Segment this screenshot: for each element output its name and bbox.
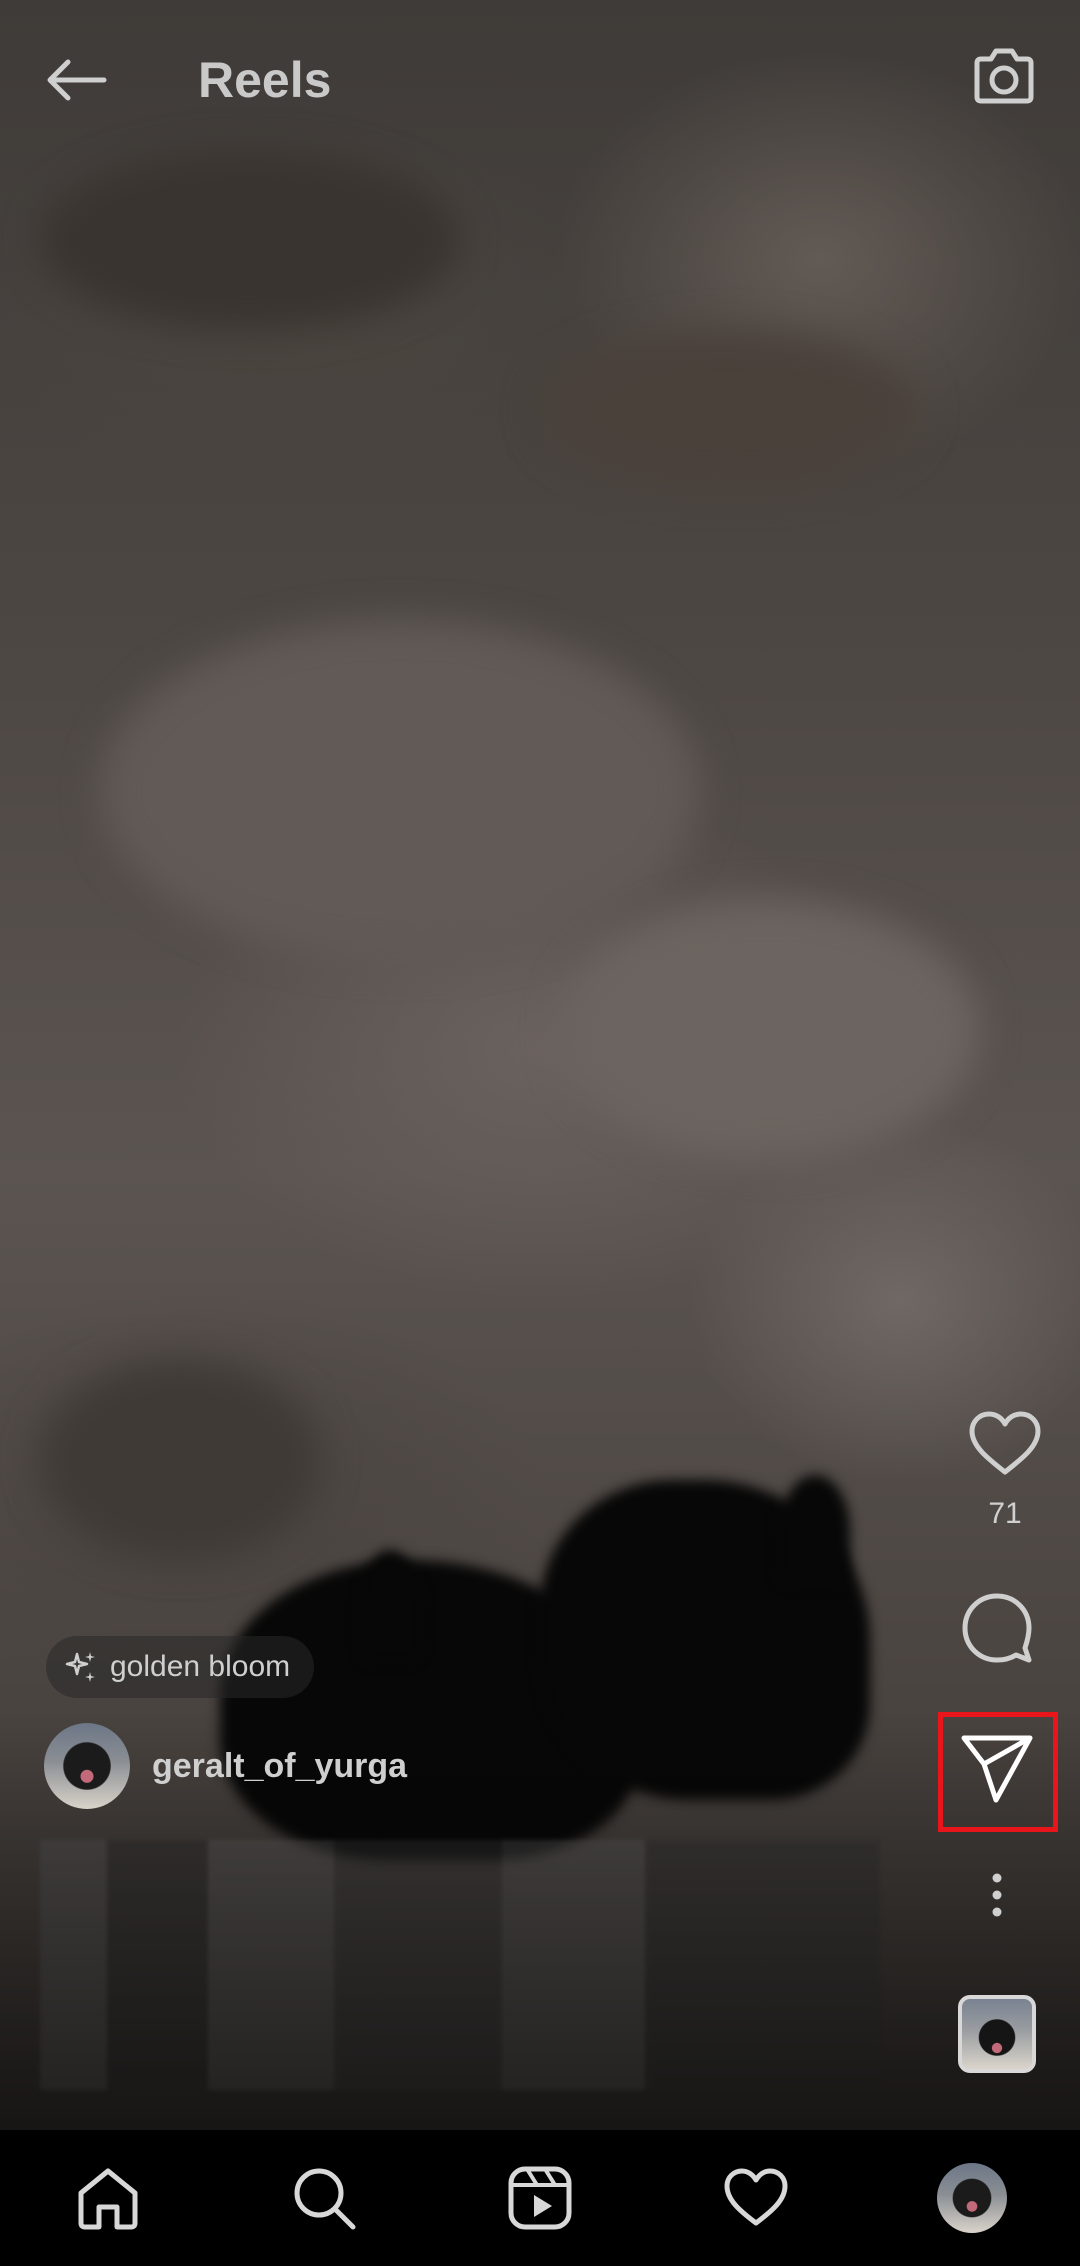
reels-screen: Reels 71 golden bloom geralt_of_yurga [0, 0, 1080, 2266]
author-avatar[interactable] [44, 1723, 130, 1809]
bottom-navigation [0, 2130, 1080, 2266]
nav-home[interactable] [53, 2143, 163, 2253]
comment-button[interactable] [959, 1590, 1035, 1671]
like-count: 71 [988, 1497, 1022, 1530]
page-title: Reels [198, 52, 332, 108]
video-fur [560, 900, 980, 1160]
arrow-left-icon [47, 59, 107, 101]
activity-heart-icon [724, 2168, 788, 2226]
reel-video[interactable] [0, 0, 1080, 2130]
audio-pill[interactable]: golden bloom [46, 1636, 315, 1698]
nav-search[interactable] [269, 2143, 379, 2253]
nav-profile[interactable] [917, 2143, 1027, 2253]
video-shadow [540, 330, 920, 490]
more-options-button[interactable] [987, 1872, 1007, 1923]
comment-action [922, 1590, 1072, 1671]
video-shadow [40, 150, 460, 330]
author-row[interactable]: geralt_of_yurga [44, 1722, 407, 1810]
like-button[interactable] [967, 1410, 1043, 1483]
audio-thumbnail[interactable] [958, 1995, 1036, 2073]
camera-button[interactable] [964, 36, 1044, 116]
video-dog-ear [360, 1550, 420, 1660]
video-dog-ear [780, 1475, 850, 1585]
heart-icon [969, 1411, 1041, 1475]
audio-label: golden bloom [110, 1650, 291, 1683]
camera-icon [974, 48, 1034, 104]
nav-activity[interactable] [701, 2143, 811, 2253]
top-bar: Reels [0, 0, 1080, 150]
like-action: 71 [930, 1410, 1080, 1531]
video-fur [100, 620, 700, 960]
more-action [922, 1872, 1072, 1923]
profile-avatar [937, 2163, 1007, 2233]
comment-icon [962, 1593, 1032, 1663]
more-vertical-icon [992, 1873, 1002, 1917]
share-highlight-box [938, 1712, 1058, 1832]
author-username[interactable]: geralt_of_yurga [152, 1747, 407, 1786]
nav-reels[interactable] [485, 2143, 595, 2253]
search-icon [294, 2168, 356, 2230]
reels-icon [508, 2166, 572, 2230]
video-shadow [40, 1360, 320, 1560]
back-button[interactable] [36, 40, 116, 120]
home-icon [78, 2168, 138, 2230]
sparkle-icon [65, 1652, 95, 1682]
